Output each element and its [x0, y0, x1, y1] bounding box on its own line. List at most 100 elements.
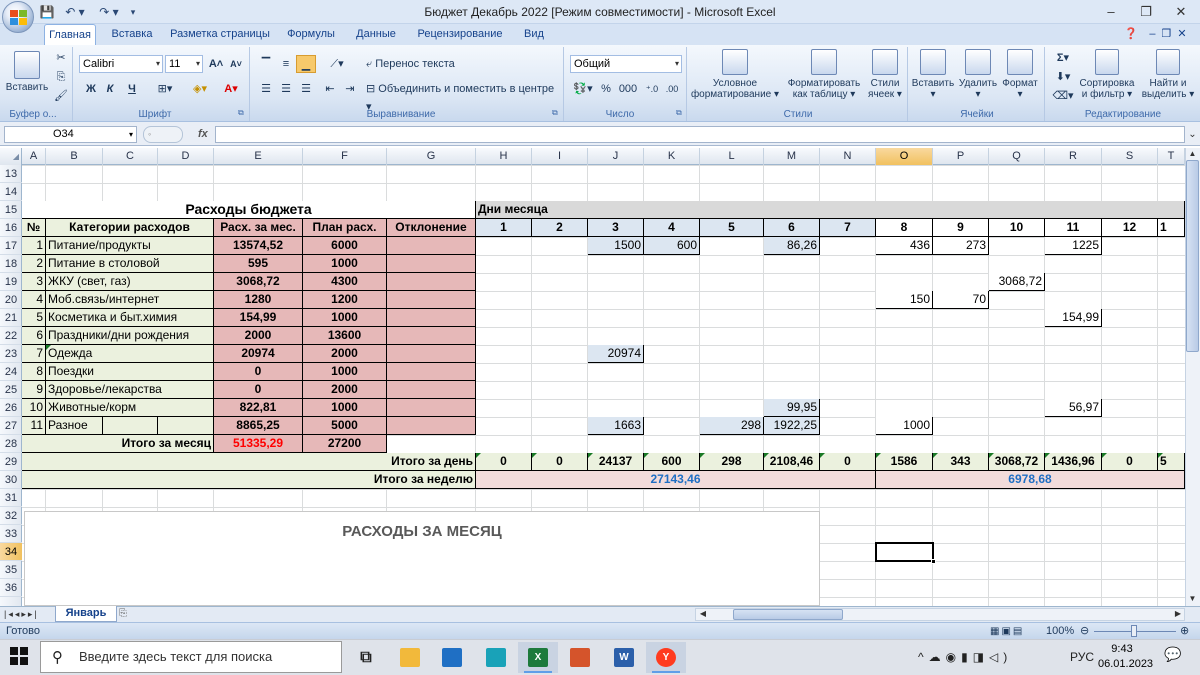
sheet-nav-icon[interactable]: |◂◂▸▸|: [4, 607, 54, 621]
row-header-28[interactable]: 28: [0, 435, 22, 453]
office-button[interactable]: [2, 1, 34, 33]
cell-J23[interactable]: 20974: [588, 345, 644, 363]
scroll-down-icon[interactable]: ▼: [1186, 594, 1199, 605]
column-header-F[interactable]: F: [303, 148, 387, 165]
clock-date[interactable]: 06.01.2023: [1098, 656, 1153, 672]
row-header-14[interactable]: 14: [0, 183, 22, 201]
cell-E16[interactable]: Расх. за мес.: [214, 219, 303, 237]
row-header-31[interactable]: 31: [0, 489, 22, 507]
chart-object[interactable]: РАСХОДЫ ЗА МЕСЯЦ: [24, 511, 820, 606]
fill-icon[interactable]: ⬇▾: [1050, 68, 1076, 86]
merge-center-button[interactable]: ⊟ Объединить и поместить в центре ▾: [366, 80, 562, 113]
cell-B19[interactable]: ЖКУ (свет, газ): [46, 273, 214, 291]
format-painter-icon[interactable]: 🖌: [52, 87, 70, 105]
increase-decimal-icon[interactable]: ⁺.0: [642, 80, 662, 98]
column-header-I[interactable]: I: [532, 148, 588, 165]
cell-B20[interactable]: Моб.связь/интернет: [46, 291, 214, 309]
cell-M26[interactable]: 99,95: [764, 399, 820, 417]
cell-J27[interactable]: 1663: [588, 417, 644, 435]
cell-O20[interactable]: 150: [876, 291, 933, 309]
zoom-out-icon[interactable]: ⊖: [1080, 623, 1089, 639]
cell-A20[interactable]: 4: [22, 291, 46, 309]
row-header-24[interactable]: 24: [0, 363, 22, 381]
conditional-formatting-button[interactable]: Условное форматирование ▾: [690, 49, 780, 107]
align-top-icon[interactable]: ▔: [256, 55, 276, 73]
cell-M27[interactable]: 1922,25: [764, 417, 820, 435]
column-header-S[interactable]: S: [1102, 148, 1158, 165]
cell-K29[interactable]: 600: [644, 453, 700, 471]
cell-N29[interactable]: 0: [820, 453, 876, 471]
cell-G27[interactable]: [387, 417, 476, 435]
formula-input[interactable]: [215, 126, 1185, 143]
cell-T29[interactable]: 5: [1158, 453, 1185, 471]
workbook-window-controls[interactable]: –❐✕: [1144, 24, 1198, 45]
align-left-icon[interactable]: ☰: [256, 80, 276, 98]
cell-A21[interactable]: 5: [22, 309, 46, 327]
cell-O27[interactable]: 1000: [876, 417, 933, 435]
cell-R26[interactable]: 56,97: [1045, 399, 1102, 417]
underline-button[interactable]: Ч: [120, 80, 144, 98]
borders-icon[interactable]: ⊞▾: [150, 80, 180, 98]
wrap-text-button[interactable]: ⤶ Перенос текста: [366, 55, 466, 73]
column-header-A[interactable]: A: [22, 148, 46, 165]
cell-B24[interactable]: Поездки: [46, 363, 214, 381]
cell-K17[interactable]: 600: [644, 237, 700, 255]
decrease-decimal-icon[interactable]: .00: [662, 80, 682, 98]
format-as-table-button[interactable]: Форматировать как таблицу ▾: [784, 49, 864, 107]
cell-E26[interactable]: 822,81: [214, 399, 303, 417]
cell-G25[interactable]: [387, 381, 476, 399]
zoom-in-icon[interactable]: ⊕: [1180, 623, 1189, 639]
expand-formula-bar-icon[interactable]: ⌄: [1186, 126, 1199, 143]
tab-data[interactable]: Данные: [350, 24, 402, 45]
align-middle-icon[interactable]: ≡: [276, 55, 296, 73]
shrink-font-icon[interactable]: A˅: [226, 55, 246, 73]
notification-center-icon[interactable]: 💬: [1162, 646, 1184, 666]
cell-F19[interactable]: 4300: [303, 273, 387, 291]
currency-icon[interactable]: 💱▾: [570, 80, 596, 98]
cell-G18[interactable]: [387, 255, 476, 273]
cell-E18[interactable]: 595: [214, 255, 303, 273]
cell-G20[interactable]: [387, 291, 476, 309]
cell-B18[interactable]: Питание в столовой: [46, 255, 214, 273]
cell-S29[interactable]: 0: [1102, 453, 1158, 471]
cell-O29[interactable]: 1586: [876, 453, 933, 471]
cell-D27[interactable]: [158, 417, 214, 435]
cell-A26[interactable]: 10: [22, 399, 46, 417]
cell-E20[interactable]: 1280: [214, 291, 303, 309]
paste-button[interactable]: Вставить: [2, 49, 52, 105]
column-header-G[interactable]: G: [387, 148, 476, 165]
system-tray-icons[interactable]: ^☁◉▮◨◁): [918, 648, 1028, 666]
cell-A29[interactable]: Итого за день: [22, 453, 476, 471]
help-icon[interactable]: ❓: [1120, 24, 1142, 45]
cell-G19[interactable]: [387, 273, 476, 291]
cell-O17[interactable]: 436: [876, 237, 933, 255]
tab-review[interactable]: Рецензирование: [410, 24, 510, 45]
cell-G22[interactable]: [387, 327, 476, 345]
scroll-up-icon[interactable]: ▲: [1186, 149, 1199, 160]
cell-B23[interactable]: Одежда: [46, 345, 214, 363]
calculator-app-icon[interactable]: [476, 642, 516, 673]
cell-M17[interactable]: 86,26: [764, 237, 820, 255]
decrease-indent-icon[interactable]: ⇤: [320, 80, 340, 98]
tab-insert[interactable]: Вставка: [104, 24, 160, 45]
alignment-dialog-launcher-icon[interactable]: ⧉: [552, 108, 558, 118]
autosum-button[interactable]: Σ▾: [1050, 49, 1076, 67]
cell-A28[interactable]: Итого за месяц: [22, 435, 214, 453]
cell-R29[interactable]: 1436,96: [1045, 453, 1102, 471]
cell-H29[interactable]: 0: [476, 453, 532, 471]
fx-icon[interactable]: fx: [198, 125, 212, 143]
row-header-17[interactable]: 17: [0, 237, 22, 255]
windows-start-icon[interactable]: [10, 647, 30, 667]
yandex-browser-icon[interactable]: Y: [646, 642, 686, 673]
cell-A27[interactable]: 11: [22, 417, 46, 435]
insert-sheet-icon[interactable]: ⎘: [119, 607, 137, 621]
row-header-23[interactable]: 23: [0, 345, 22, 363]
row-header-36[interactable]: 36: [0, 579, 22, 597]
row-header-21[interactable]: 21: [0, 309, 22, 327]
cell-F24[interactable]: 1000: [303, 363, 387, 381]
cell-G26[interactable]: [387, 399, 476, 417]
cell-J17[interactable]: 1500: [588, 237, 644, 255]
cell-styles-button[interactable]: Стили ячеек ▾: [864, 49, 906, 107]
cell-H16[interactable]: 1: [476, 219, 532, 237]
number-format-combo[interactable]: Общий ▾: [570, 55, 682, 73]
